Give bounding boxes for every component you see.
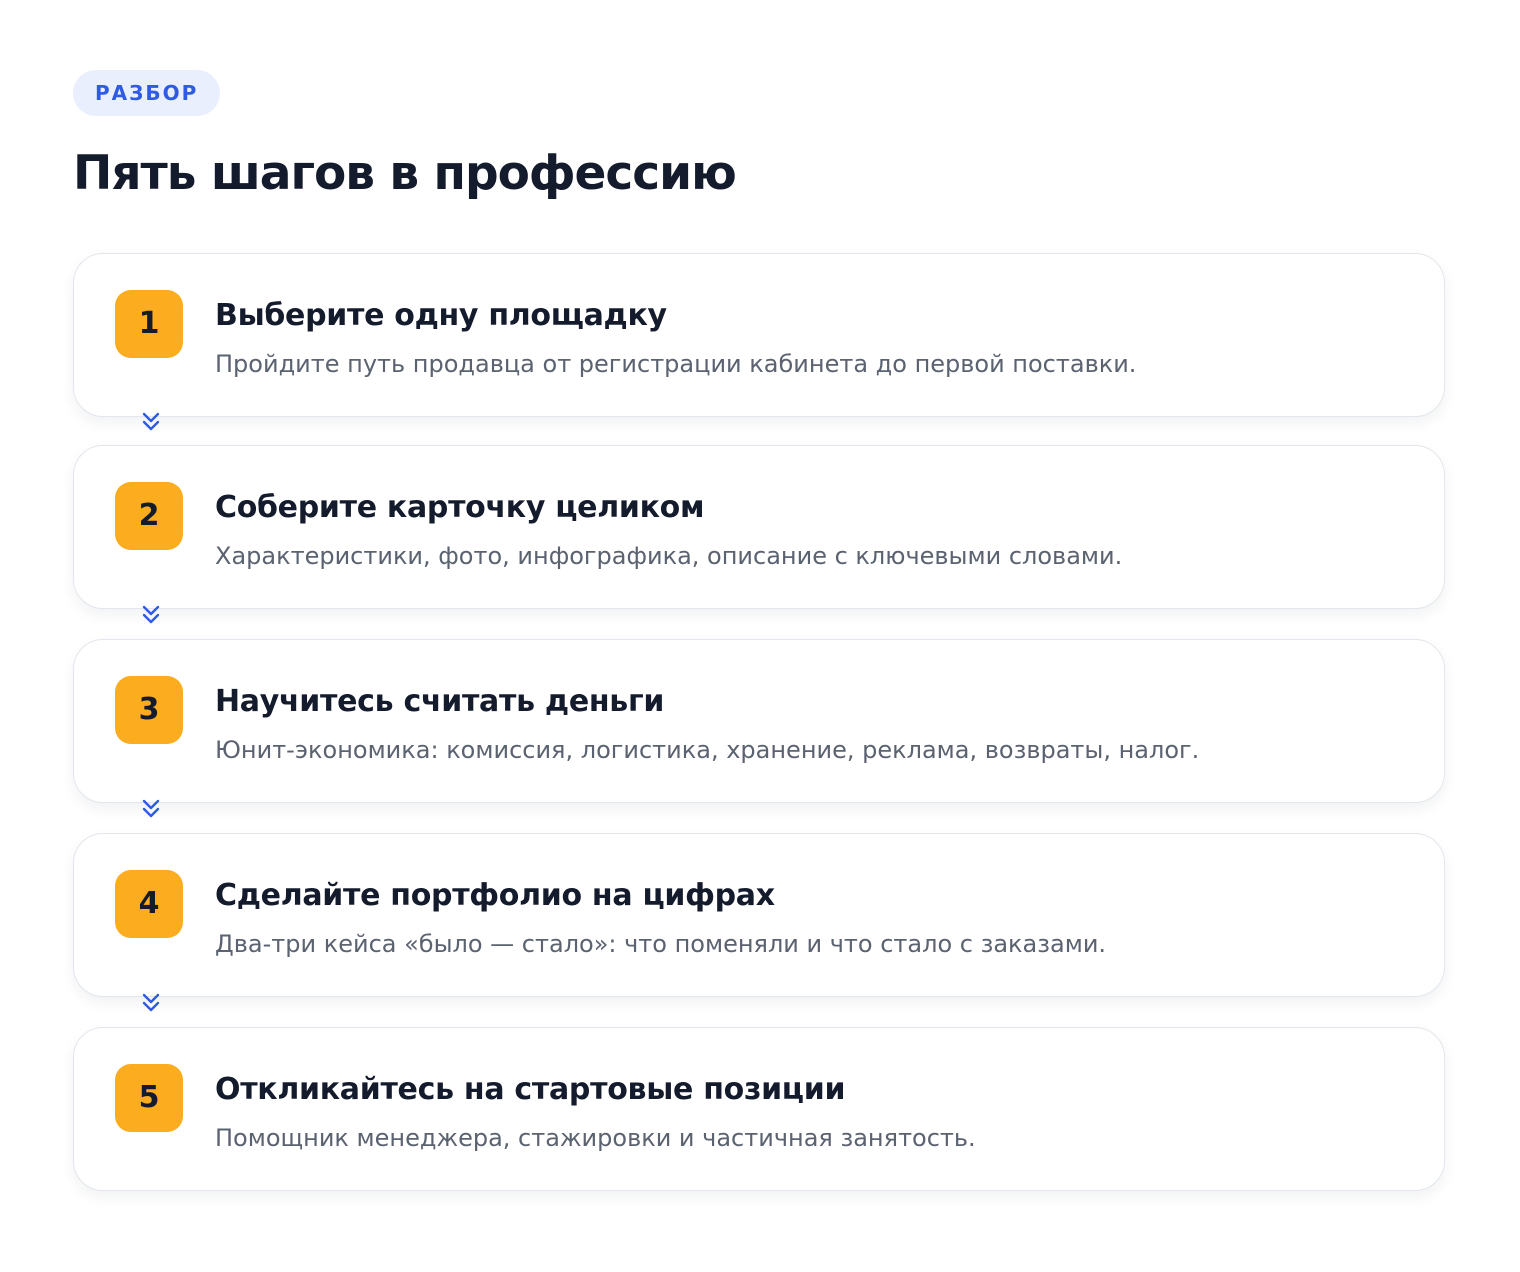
step-title: Соберите карточку целиком	[215, 490, 705, 525]
step-description: Юнит-экономика: комиссия, логистика, хра…	[215, 736, 1200, 764]
step-title: Откликайтесь на стартовые позиции	[215, 1072, 846, 1107]
step-card-3: 3 Научитесь считать деньги Юнит-экономик…	[73, 639, 1445, 803]
step-title: Научитесь считать деньги	[215, 684, 665, 719]
step-card-4: 4 Сделайте портфолио на цифрах Два-три к…	[73, 833, 1445, 997]
step-description: Помощник менеджера, стажировки и частичн…	[215, 1124, 976, 1152]
step-card-2: 2 Соберите карточку целиком Характеристи…	[73, 445, 1445, 609]
step-number-badge: 4	[115, 870, 183, 938]
double-chevron-down-icon	[140, 604, 162, 626]
step-title: Выберите одну площадку	[215, 298, 667, 333]
step-title: Сделайте портфолио на цифрах	[215, 878, 775, 913]
double-chevron-down-icon	[140, 411, 162, 433]
step-number-badge: 2	[115, 482, 183, 550]
steps-page: РАЗБОР Пять шагов в профессию 1 Выберите…	[73, 70, 1447, 1191]
double-chevron-down-icon	[140, 992, 162, 1014]
step-card-5: 5 Откликайтесь на стартовые позиции Помо…	[73, 1027, 1445, 1191]
step-number-badge: 5	[115, 1064, 183, 1132]
page-title: Пять шагов в профессию	[73, 146, 737, 201]
step-number-badge: 3	[115, 676, 183, 744]
step-number-badge: 1	[115, 290, 183, 358]
step-description: Пройдите путь продавца от регистрации ка…	[215, 350, 1137, 378]
step-description: Характеристики, фото, инфографика, описа…	[215, 542, 1123, 570]
section-badge: РАЗБОР	[73, 70, 221, 116]
step-card-1: 1 Выберите одну площадку Пройдите путь п…	[73, 253, 1445, 417]
double-chevron-down-icon	[140, 798, 162, 820]
step-description: Два-три кейса «было — стало»: что поменя…	[215, 930, 1107, 958]
